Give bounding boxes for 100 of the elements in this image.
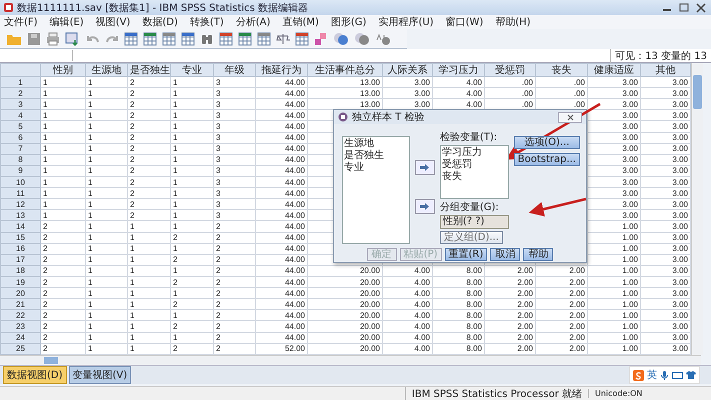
table-cell[interactable]: 1 [40,210,86,221]
column-header[interactable]: 生源地 [86,64,128,76]
table-cell[interactable]: 3.00 [640,332,690,344]
table-cell[interactable]: 2 [128,120,170,132]
table-cell[interactable]: 44.00 [256,288,308,299]
table-cell[interactable]: 3 [214,198,256,210]
dialog-button[interactable]: 取消 [490,248,520,261]
variable-item[interactable]: 专业 [344,162,408,174]
table-cell[interactable]: 2.00 [484,320,536,332]
table-cell[interactable]: 44.00 [256,154,308,166]
table-cell[interactable]: 1 [40,198,86,210]
table-cell[interactable]: 3.00 [588,120,640,132]
table-cell[interactable]: 1 [86,120,128,132]
table-cell[interactable]: 3.00 [640,154,690,166]
table-cell[interactable]: 1 [128,320,170,332]
menu-item[interactable]: 转换(T) [190,15,224,29]
column-header[interactable]: 受惩罚 [484,64,536,76]
table-cell[interactable]: 8.00 [432,310,484,321]
table-cell[interactable]: 4.00 [382,310,432,321]
table-cell[interactable]: 44.00 [256,165,308,176]
table-cell[interactable]: 44.00 [256,332,308,344]
table-cell[interactable]: 2 [128,210,170,221]
row-number[interactable]: 2 [0,88,40,99]
table-cell[interactable]: 1 [170,188,214,199]
row-number[interactable]: 7 [0,143,40,154]
table-cell[interactable]: 2.00 [536,276,588,288]
table-cell[interactable]: 3.00 [640,120,690,132]
table-cell[interactable]: 20.00 [308,276,382,288]
table-cell[interactable]: 20.00 [308,265,382,276]
ime-mode-label[interactable]: 英 [647,368,657,382]
column-header[interactable]: 人际关系 [382,64,432,76]
table-cell[interactable]: 2 [170,320,214,332]
menu-item[interactable]: 视图(V) [96,15,130,29]
table-cell[interactable]: 3.00 [640,165,690,176]
grid-icon[interactable] [257,32,271,46]
table-cell[interactable]: 4.00 [382,332,432,344]
table-cell[interactable]: 44.00 [256,110,308,121]
table-cell[interactable]: 1 [170,88,214,99]
row-number[interactable]: 8 [0,154,40,166]
row-number[interactable]: 25 [0,343,40,354]
menu-item[interactable]: 帮助(H) [495,15,531,29]
table-cell[interactable]: 2 [214,288,256,299]
grid-icon[interactable] [238,32,252,46]
table-cell[interactable]: 1.00 [588,298,640,310]
row-number[interactable]: 1 [0,76,40,88]
table-cell[interactable]: 4.00 [382,276,432,288]
column-header[interactable]: 年级 [214,64,256,76]
table-cell[interactable]: 2.00 [484,332,536,344]
variable-item[interactable]: 是否独生 [344,150,408,162]
column-header[interactable]: 健康适应 [588,64,640,76]
dialog-option-button[interactable]: Bootstrap... [514,153,580,166]
row-number[interactable]: 19 [0,276,40,288]
table-cell[interactable]: 1 [86,198,128,210]
table-cell[interactable]: 2 [128,165,170,176]
spellcheck-icon[interactable] [375,32,391,46]
table-cell[interactable]: 1 [170,243,214,254]
row-number[interactable]: 23 [0,320,40,332]
table-cell[interactable]: 2 [128,188,170,199]
table-cell[interactable]: 44.00 [256,265,308,276]
table-cell[interactable]: 3.00 [588,98,640,110]
table-cell[interactable]: 2 [128,110,170,121]
table-cell[interactable]: 4.00 [382,320,432,332]
table-cell[interactable]: 4.00 [432,76,484,88]
view-tab[interactable]: 变量视图(V) [68,366,132,384]
circles-icon[interactable] [354,32,370,46]
table-cell[interactable]: 3.00 [640,98,690,110]
table-cell[interactable]: 4.00 [382,288,432,299]
column-header[interactable]: 丧失 [536,64,588,76]
table-cell[interactable]: 1.00 [588,265,640,276]
table-cell[interactable]: 44.00 [256,232,308,244]
table-cell[interactable]: 8.00 [432,276,484,288]
table-cell[interactable]: 3.00 [640,210,690,221]
table-cell[interactable]: 1 [170,154,214,166]
table-cell[interactable]: 2 [170,232,214,244]
table-cell[interactable]: 1 [86,165,128,176]
column-header[interactable]: 专业 [170,64,214,76]
table-cell[interactable]: 2 [214,332,256,344]
table-cell[interactable]: 1.00 [588,254,640,266]
variable-list[interactable]: 生源地 是否独生 专业 [342,136,410,244]
shirt-icon[interactable] [686,370,696,380]
table-cell[interactable]: 44.00 [256,310,308,321]
table-cell[interactable]: 3.00 [382,76,432,88]
table-cell[interactable]: 3.00 [640,254,690,266]
table-cell[interactable]: 3.00 [640,143,690,154]
row-number[interactable]: 17 [0,254,40,266]
table-cell[interactable]: 1 [128,254,170,266]
close-icon[interactable] [694,2,708,12]
table-cell[interactable]: 2 [40,298,86,310]
value-labels-icon[interactable] [314,32,328,46]
table-cell[interactable]: 3.00 [640,220,690,232]
table-cell[interactable]: 3.00 [640,198,690,210]
table-cell[interactable]: .00 [536,76,588,88]
grid-icon[interactable] [295,32,309,46]
menu-item[interactable]: 文件(F) [4,15,38,29]
row-number[interactable]: 4 [0,110,40,121]
table-cell[interactable]: 1 [86,332,128,344]
table-cell[interactable]: 3.00 [588,176,640,188]
table-cell[interactable]: 44.00 [256,320,308,332]
table-cell[interactable]: 1 [128,310,170,321]
microphone-icon[interactable] [660,370,669,380]
